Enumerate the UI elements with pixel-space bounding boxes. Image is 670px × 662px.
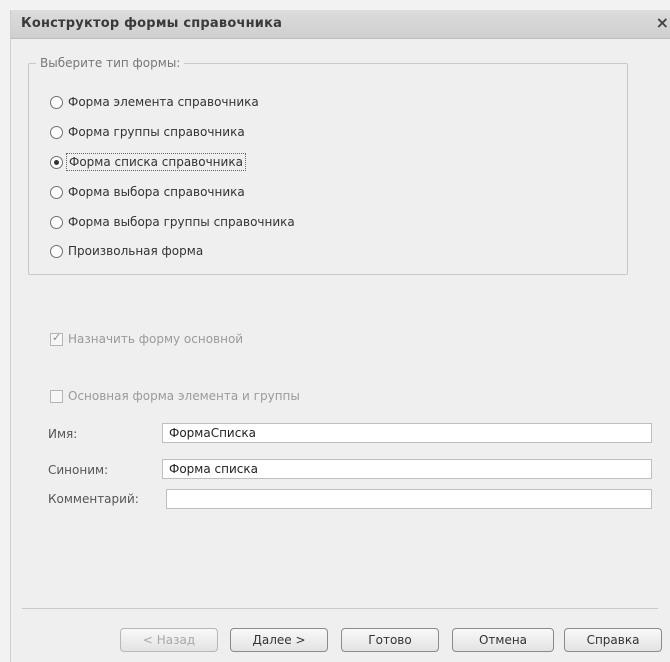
checkbox-label: Назначить форму основной: [68, 332, 244, 346]
close-icon[interactable]: ×: [656, 13, 669, 32]
button-separator: [22, 608, 658, 609]
name-label: Имя:: [48, 427, 78, 441]
radio-label: Форма выбора группы справочника: [68, 215, 295, 229]
synonym-label: Синоним:: [48, 463, 109, 477]
radio-custom-form[interactable]: Произвольная форма: [50, 241, 203, 261]
next-button[interactable]: Далее >: [230, 628, 328, 652]
name-field[interactable]: ФормаСписка: [162, 423, 652, 443]
radio-choice-form[interactable]: Форма выбора справочника: [50, 182, 245, 202]
comment-field[interactable]: [166, 489, 652, 509]
radio-label: Форма группы справочника: [68, 125, 245, 139]
checkbox-label: Основная форма элемента и группы: [68, 389, 300, 403]
finish-button[interactable]: Готово: [341, 628, 439, 652]
radio-label: Форма элемента справочника: [68, 95, 259, 109]
radio-group-choice-form[interactable]: Форма выбора группы справочника: [50, 212, 295, 232]
radio-button-icon[interactable]: [50, 95, 63, 109]
radio-button-icon[interactable]: [50, 125, 63, 139]
synonym-field[interactable]: Форма списка: [162, 459, 652, 479]
main-element-group-checkbox[interactable]: Основная форма элемента и группы: [50, 387, 300, 405]
radio-label: Форма выбора справочника: [68, 185, 245, 199]
checkbox-checked-icon[interactable]: [50, 331, 63, 346]
radio-button-checked-icon[interactable]: [50, 155, 63, 169]
radio-group-form[interactable]: Форма группы справочника: [50, 122, 245, 142]
help-button[interactable]: Справка: [564, 628, 662, 652]
radio-label: Произвольная форма: [68, 244, 204, 258]
title-bar: Конструктор формы справочника ×: [11, 10, 670, 39]
back-button[interactable]: < Назад: [120, 628, 218, 652]
radio-list-form[interactable]: Форма списка справочника: [50, 152, 246, 172]
checkbox-icon[interactable]: [50, 389, 63, 403]
comment-label: Комментарий:: [48, 492, 139, 506]
radio-button-icon[interactable]: [50, 185, 63, 199]
radio-label: Форма списка справочника: [66, 153, 246, 171]
form-type-legend: Выберите тип формы:: [36, 56, 185, 70]
dialog-title: Конструктор формы справочника: [21, 16, 283, 31]
cancel-button[interactable]: Отмена: [452, 628, 554, 652]
radio-element-form[interactable]: Форма элемента справочника: [50, 92, 259, 112]
radio-button-icon[interactable]: [50, 215, 63, 229]
radio-button-icon[interactable]: [50, 244, 63, 258]
assign-main-form-checkbox[interactable]: Назначить форму основной: [50, 330, 243, 348]
